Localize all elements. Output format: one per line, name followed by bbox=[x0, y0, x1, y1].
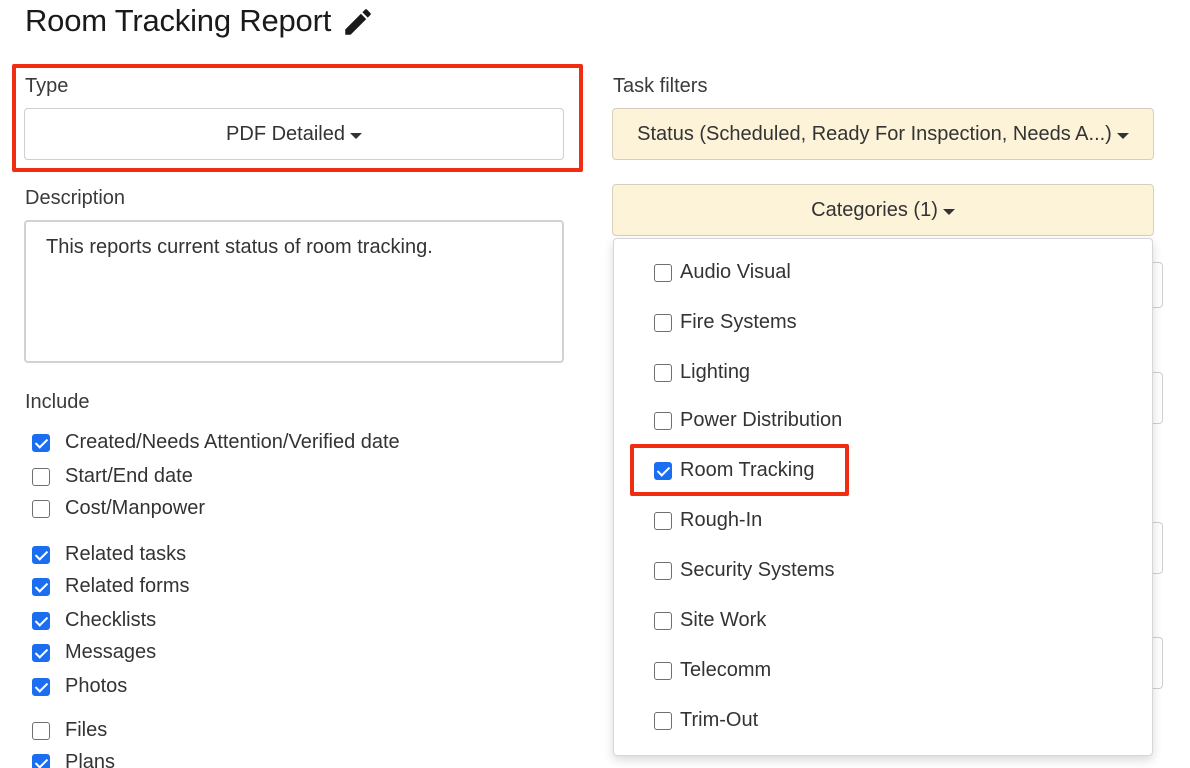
checkbox-checked[interactable] bbox=[654, 461, 672, 480]
include-option-label: Messages bbox=[65, 641, 157, 663]
checkbox-unchecked[interactable] bbox=[654, 661, 672, 680]
checkbox-checked[interactable] bbox=[32, 577, 50, 596]
checkbox-unchecked[interactable] bbox=[654, 313, 672, 332]
include-option-label: Created/Needs Attention/Verified date bbox=[65, 431, 400, 453]
include-option-label: Start/End date bbox=[65, 465, 193, 487]
category-option-trim-out[interactable]: Trim-Out bbox=[654, 709, 758, 732]
description-label: Description bbox=[25, 187, 126, 209]
category-option-site-work[interactable]: Site Work bbox=[654, 609, 766, 632]
category-option-label: Room Tracking bbox=[680, 459, 815, 481]
category-option-label: Lighting bbox=[680, 361, 751, 383]
category-option-telecomm[interactable]: Telecomm bbox=[654, 659, 771, 682]
caret-down-icon bbox=[942, 208, 955, 215]
include-option-label: Cost/Manpower bbox=[65, 497, 206, 519]
category-option-label: Site Work bbox=[680, 609, 767, 631]
type-dropdown-button[interactable]: PDF Detailed bbox=[24, 108, 564, 160]
category-option-label: Fire Systems bbox=[680, 311, 797, 333]
category-option-label: Power Distribution bbox=[680, 409, 843, 431]
category-option-label: Audio Visual bbox=[680, 261, 791, 283]
category-option-label: Rough-In bbox=[680, 509, 763, 531]
include-option[interactable]: Files bbox=[32, 719, 107, 742]
page-title-text: Room Tracking Report bbox=[25, 3, 332, 38]
checkbox-unchecked[interactable] bbox=[654, 711, 672, 730]
category-option-label: Security Systems bbox=[680, 559, 835, 581]
checkbox-unchecked[interactable] bbox=[654, 511, 672, 530]
categories-dropdown-menu: Audio Visual Fire Systems Lighting Power… bbox=[613, 238, 1153, 756]
checkbox-checked[interactable] bbox=[32, 677, 50, 696]
include-option-label: Related tasks bbox=[65, 543, 187, 565]
report-editor: Room Tracking Report Type PDF Detailed D… bbox=[0, 0, 1190, 768]
status-filter-button[interactable]: Status (Scheduled, Ready For Inspection,… bbox=[612, 108, 1154, 160]
checkbox-unchecked[interactable] bbox=[654, 363, 672, 382]
checkbox-unchecked[interactable] bbox=[654, 263, 672, 282]
category-option-label: Telecomm bbox=[680, 659, 772, 681]
category-option-rough-in[interactable]: Rough-In bbox=[654, 509, 762, 532]
type-dropdown-value: PDF Detailed bbox=[226, 122, 345, 145]
checkbox-unchecked[interactable] bbox=[654, 411, 672, 430]
include-option[interactable]: Related tasks bbox=[32, 543, 186, 566]
include-label: Include bbox=[25, 391, 90, 413]
checkbox-unchecked[interactable] bbox=[654, 611, 672, 630]
caret-down-icon bbox=[1116, 132, 1129, 139]
include-option[interactable]: Photos bbox=[32, 675, 127, 698]
include-option-label: Plans bbox=[65, 751, 116, 768]
category-option-audio-visual[interactable]: Audio Visual bbox=[654, 261, 791, 284]
status-filter-value: Status (Scheduled, Ready For Inspection,… bbox=[637, 122, 1112, 145]
category-option-fire-systems[interactable]: Fire Systems bbox=[654, 311, 797, 334]
hidden-filter-field bbox=[1153, 522, 1163, 574]
hidden-filter-field bbox=[1153, 372, 1163, 424]
include-option-label: Photos bbox=[65, 675, 128, 697]
category-option-label: Trim-Out bbox=[680, 709, 759, 731]
hidden-filter-field bbox=[1153, 262, 1163, 308]
checkbox-unchecked[interactable] bbox=[32, 499, 50, 518]
type-label: Type bbox=[25, 75, 69, 97]
include-option-label: Files bbox=[65, 719, 108, 741]
include-option-label: Related forms bbox=[65, 575, 190, 597]
checkbox-checked[interactable] bbox=[32, 433, 50, 452]
include-option[interactable]: Created/Needs Attention/Verified date bbox=[32, 431, 400, 454]
checkbox-checked[interactable] bbox=[32, 611, 50, 630]
include-option[interactable]: Messages bbox=[32, 641, 156, 664]
checkbox-checked[interactable] bbox=[32, 545, 50, 564]
caret-down-icon bbox=[349, 132, 362, 139]
checkbox-unchecked[interactable] bbox=[32, 467, 50, 486]
category-option-power-distribution[interactable]: Power Distribution bbox=[654, 409, 842, 432]
include-option[interactable]: Cost/Manpower bbox=[32, 497, 205, 520]
page-title: Room Tracking Report bbox=[25, 3, 375, 39]
checkbox-unchecked[interactable] bbox=[654, 561, 672, 580]
include-option[interactable]: Start/End date bbox=[32, 465, 193, 488]
checkbox-unchecked[interactable] bbox=[32, 721, 50, 740]
category-option-room-tracking[interactable]: Room Tracking bbox=[654, 459, 815, 482]
hidden-filter-field bbox=[1153, 637, 1163, 689]
include-option[interactable]: Plans bbox=[32, 751, 115, 768]
include-option-label: Checklists bbox=[65, 609, 157, 631]
include-option[interactable]: Related forms bbox=[32, 575, 190, 598]
checkbox-checked[interactable] bbox=[32, 643, 50, 662]
description-textarea[interactable]: This reports current status of room trac… bbox=[24, 220, 564, 363]
task-filters-label: Task filters bbox=[613, 75, 708, 97]
include-option[interactable]: Checklists bbox=[32, 609, 156, 632]
category-option-security-systems[interactable]: Security Systems bbox=[654, 559, 834, 582]
categories-filter-value: Categories (1) bbox=[811, 198, 938, 221]
checkbox-checked[interactable] bbox=[32, 753, 50, 768]
category-option-lighting[interactable]: Lighting bbox=[654, 361, 750, 384]
pencil-icon[interactable] bbox=[341, 5, 375, 39]
categories-filter-button[interactable]: Categories (1) bbox=[612, 184, 1154, 236]
